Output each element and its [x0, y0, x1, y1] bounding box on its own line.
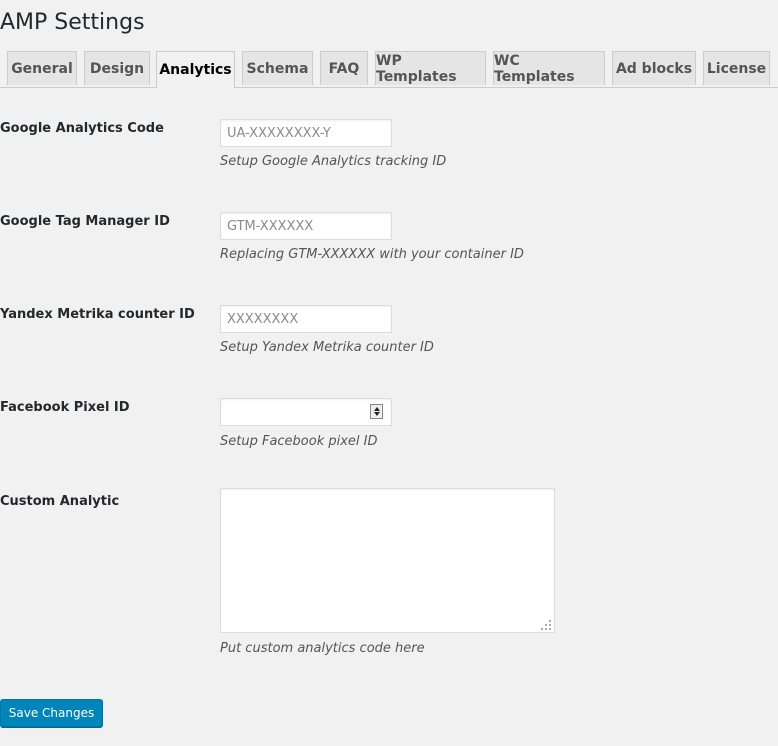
spinner-up-icon[interactable]	[373, 407, 380, 411]
tab-wp-templates[interactable]: WP Templates	[375, 51, 486, 85]
tab-wc-templates[interactable]: WC Templates	[493, 51, 605, 85]
save-changes-button[interactable]: Save Changes	[0, 699, 103, 727]
spinner-down-icon[interactable]	[373, 412, 380, 416]
settings-tabs: General Design Analytics Schema FAQ WP T…	[0, 51, 778, 88]
google-analytics-input[interactable]	[220, 119, 392, 147]
custom-analytic-description: Put custom analytics code here	[220, 641, 425, 656]
page-title: AMP Settings	[0, 10, 145, 35]
tab-schema[interactable]: Schema	[242, 51, 313, 85]
google-tag-manager-label: Google Tag Manager ID	[0, 214, 170, 229]
google-tag-manager-input[interactable]	[220, 212, 392, 240]
yandex-metrika-label: Yandex Metrika counter ID	[0, 307, 195, 322]
facebook-pixel-description: Setup Facebook pixel ID	[220, 434, 378, 449]
google-analytics-label: Google Analytics Code	[0, 121, 164, 136]
yandex-metrika-input[interactable]	[220, 305, 392, 333]
custom-analytic-label: Custom Analytic	[0, 494, 120, 509]
tab-analytics[interactable]: Analytics	[156, 51, 235, 88]
facebook-pixel-label: Facebook Pixel ID	[0, 400, 130, 415]
custom-analytic-textarea[interactable]	[220, 488, 555, 633]
google-tag-manager-description: Replacing GTM-XXXXXX with your container…	[220, 247, 524, 262]
tab-general[interactable]: General	[7, 51, 77, 85]
tab-ad-blocks[interactable]: Ad blocks	[612, 51, 696, 85]
tab-license[interactable]: License	[703, 51, 770, 85]
tab-faq[interactable]: FAQ	[320, 51, 368, 85]
google-analytics-description: Setup Google Analytics tracking ID	[220, 154, 447, 169]
yandex-metrika-description: Setup Yandex Metrika counter ID	[220, 340, 434, 355]
facebook-pixel-input[interactable]	[220, 398, 392, 426]
tab-design[interactable]: Design	[84, 51, 150, 85]
resize-handle-icon[interactable]	[541, 620, 551, 630]
number-spinner[interactable]	[370, 404, 383, 419]
